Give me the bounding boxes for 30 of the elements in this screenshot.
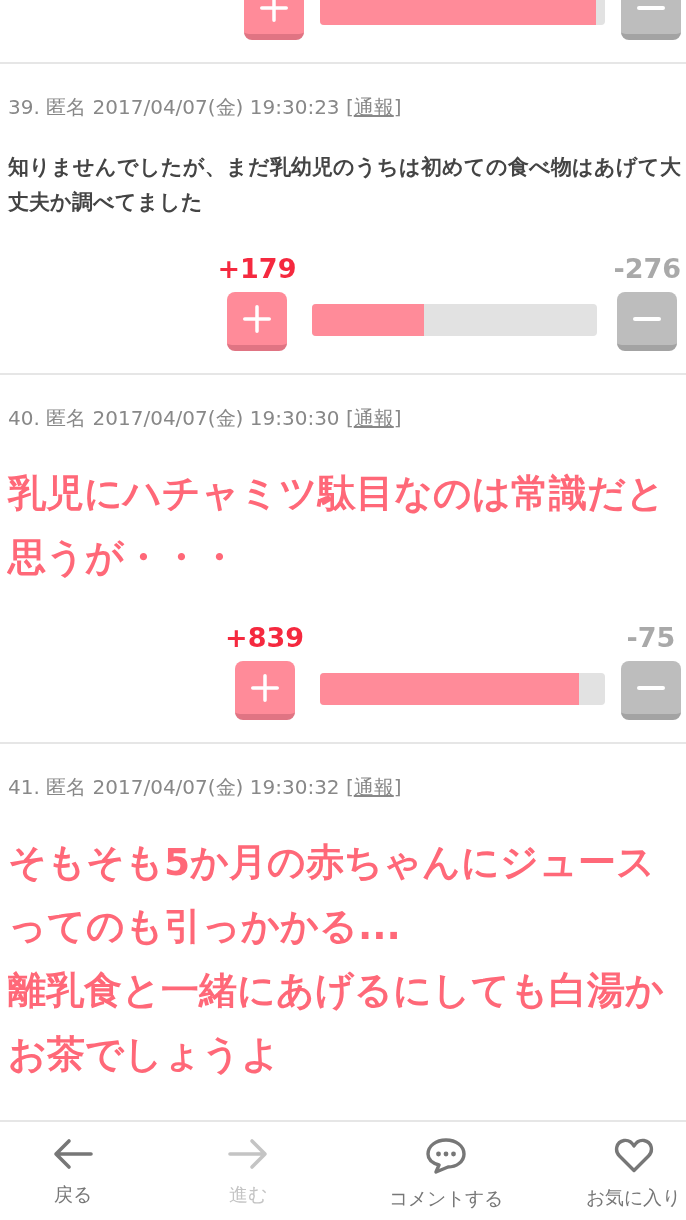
plus-icon [250, 673, 279, 702]
report-link[interactable]: 通報 [353, 95, 394, 119]
forward-arrow-icon [228, 1138, 268, 1170]
upvote-count: +839 [225, 623, 304, 653]
plus-icon [260, 0, 288, 22]
report-link[interactable]: 通報 [353, 406, 394, 430]
upvote-button[interactable] [234, 661, 295, 720]
comment-text: そもそも5か月の赤ちゃんにジュースってのも引っかかる... 離乳食と一緒にあげるにしても白湯かお茶でしょうよ [8, 839, 665, 1078]
minus-icon [637, 5, 665, 10]
downvote-button[interactable] [621, 661, 681, 720]
downvote-count: -276 [613, 254, 681, 284]
plus-icon [242, 304, 271, 333]
downvote-button[interactable] [617, 292, 678, 351]
comment-meta: 39. 匿名 2017/04/07(金) 19:30:23 [通報] [8, 94, 403, 120]
favorite-button[interactable]: お気に入り [541, 1122, 686, 1220]
report-link[interactable]: 通報 [353, 775, 394, 799]
speech-bubble-icon [426, 1138, 466, 1174]
comment-meta: 41. 匿名 2017/04/07(金) 19:30:32 [通報] [8, 774, 403, 800]
back-button[interactable]: 戻る [0, 1122, 145, 1220]
heart-icon [613, 1138, 654, 1173]
comment-button[interactable]: コメントする [351, 1122, 541, 1220]
comment-meta: 40. 匿名 2017/04/07(金) 19:30:30 [通報] [8, 405, 403, 431]
comment-text: 知りませんでしたが、まだ乳幼児のうちは初めての食べ物はあげて大丈夫か調べてました [8, 154, 681, 216]
comment-text: 乳児にハチャミツ駄目なのは常識だと思うが・・・ [8, 470, 666, 581]
minus-icon [637, 685, 665, 690]
downvote-count: -75 [626, 623, 676, 653]
back-arrow-icon [52, 1138, 93, 1170]
upvote-count: +179 [217, 254, 297, 284]
minus-icon [633, 316, 662, 321]
upvote-button[interactable] [226, 292, 287, 351]
